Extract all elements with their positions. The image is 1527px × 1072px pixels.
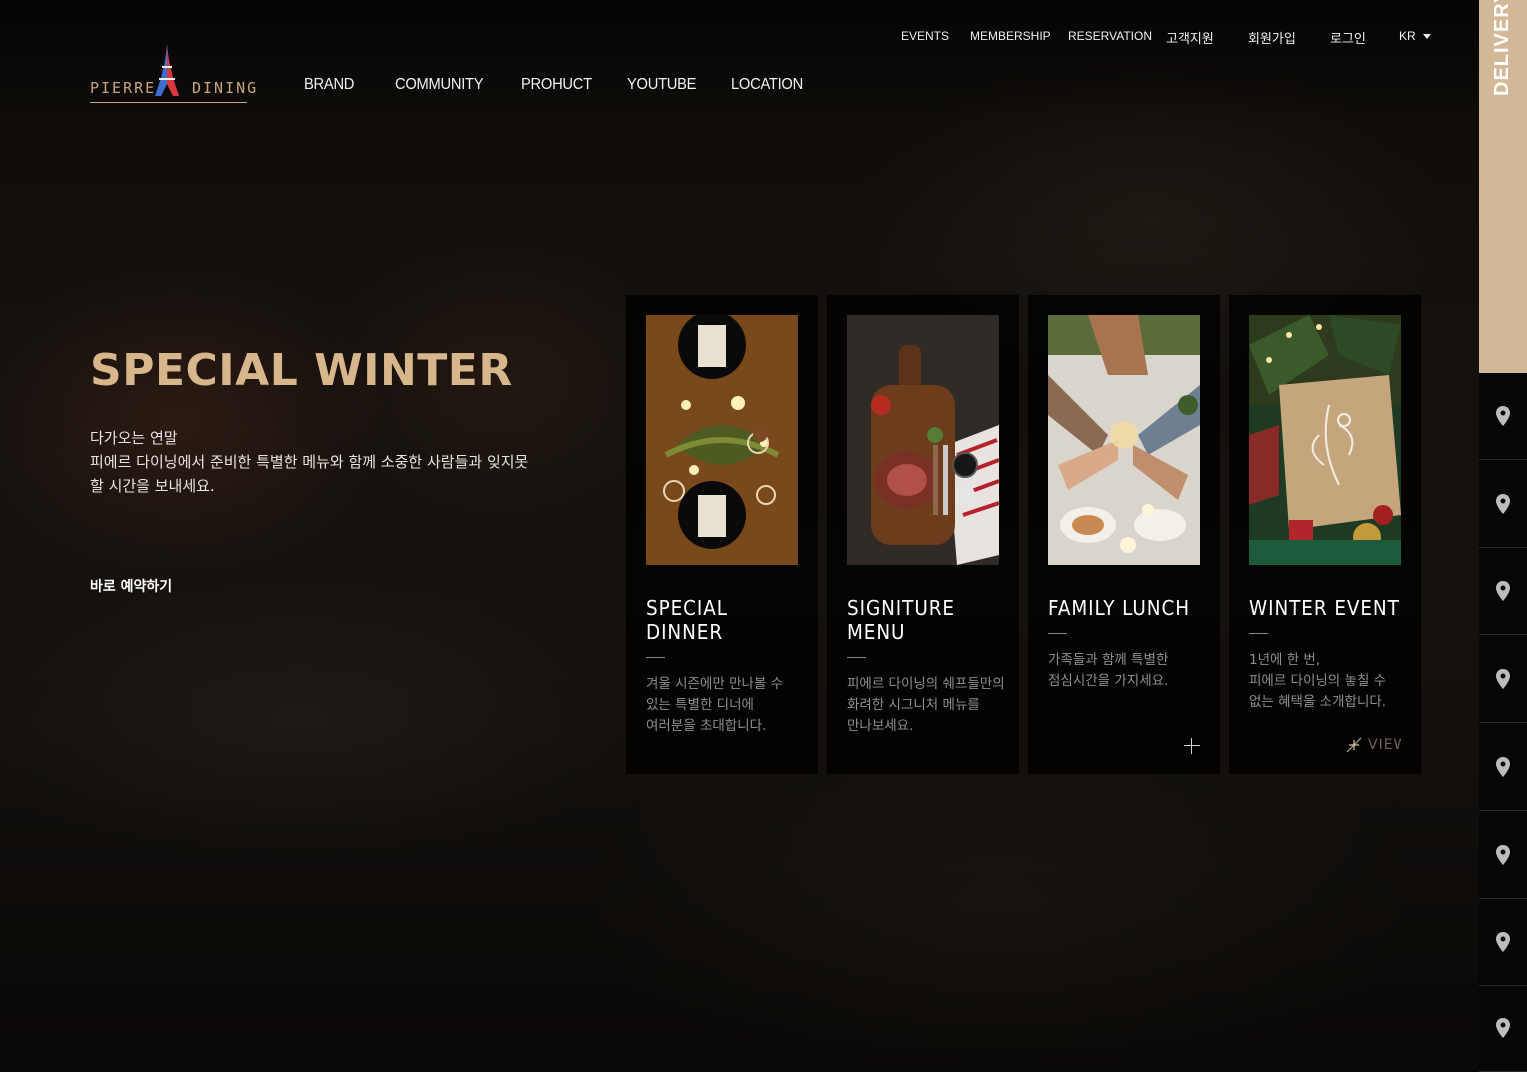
map-pin-icon [1496, 845, 1510, 865]
delivery-button[interactable]: DELIVERY [1479, 0, 1527, 373]
util-reservation[interactable]: RESERVATION [1068, 29, 1152, 43]
view-link[interactable]: VIEW [1346, 736, 1401, 754]
util-membership[interactable]: MEMBERSHIP [970, 29, 1051, 43]
map-pin-icon [1496, 932, 1510, 952]
card-signature-menu[interactable]: SIGNITURE MENU 피에르 다이닝의 쉐프들만의 화려한 시그니처 메… [827, 295, 1019, 774]
logo-left-word: PIERRE [90, 79, 157, 97]
card-image-special-dinner [646, 315, 798, 565]
card-description: 가족들과 함께 특별한 점심시간을 가지세요. [1048, 652, 1169, 689]
card-description: 겨울 시즌에만 만나볼 수 있는 특별한 디너에 여러분을 초대합니다. [646, 676, 784, 734]
location-pin-button[interactable] [1479, 724, 1527, 811]
card-title: FAMILY LUNCH [1048, 596, 1190, 620]
plus-icon[interactable] [1184, 738, 1200, 754]
location-pin-button[interactable] [1479, 985, 1527, 1072]
nav-community[interactable]: COMMUNITY [395, 76, 484, 94]
caret-down-icon [1422, 33, 1431, 39]
card-image-signature-menu [847, 315, 999, 565]
util-events[interactable]: EVENTS [901, 29, 949, 43]
hero-desc-line: 다가오는 연말 [90, 429, 178, 447]
reserve-now-link[interactable]: 바로 예약하기 [90, 576, 172, 596]
nav-youtube[interactable]: YOUTUBE [627, 76, 697, 94]
map-pin-icon [1496, 494, 1510, 514]
nav-product[interactable]: PROHUCT [521, 76, 592, 94]
card-image-family-lunch [1048, 315, 1200, 565]
util-login[interactable]: 로그인 [1330, 28, 1366, 47]
card-divider [646, 657, 665, 658]
nav-brand[interactable]: BRAND [304, 76, 354, 94]
logo-right-word: DINING [192, 79, 259, 97]
card-special-dinner[interactable]: SPECIAL DINNER 겨울 시즌에만 만나볼 수 있는 특별한 디너에 … [626, 295, 818, 774]
map-pin-icon [1496, 1018, 1510, 1038]
card-winter-event[interactable]: WINTER EVENT 1년에 한 번, 피에르 다이닝의 놓칠 수 없는 혜… [1229, 295, 1421, 774]
util-support[interactable]: 고객지원 [1166, 28, 1214, 47]
card-description: 1년에 한 번, 피에르 다이닝의 놓칠 수 없는 혜택을 소개합니다. [1249, 650, 1409, 713]
quick-sidebar: DELIVERY [1479, 0, 1527, 1072]
card-title: SIGNITURE MENU [847, 596, 955, 644]
util-signup[interactable]: 회원가입 [1248, 28, 1296, 47]
map-pin-icon [1496, 757, 1510, 777]
card-title: SPECIAL DINNER [646, 596, 728, 644]
sparkle-icon [1346, 737, 1362, 753]
map-pin-icon [1496, 581, 1510, 601]
location-pin-button[interactable] [1479, 461, 1527, 548]
hero-description: 다가오는 연말 피에르 다이닝에서 준비한 특별한 메뉴와 함께 소중한 사람들… [90, 426, 590, 498]
location-pin-button[interactable] [1479, 812, 1527, 899]
view-label: VIEW [1368, 737, 1401, 753]
language-select[interactable]: KR [1399, 29, 1431, 43]
card-description: 피에르 다이닝의 쉐프들만의 화려한 시그니처 메뉴를 만나보세요. [847, 676, 1005, 734]
card-divider [847, 657, 866, 658]
location-pin-button[interactable] [1479, 636, 1527, 723]
card-family-lunch[interactable]: FAMILY LUNCH 가족들과 함께 특별한 점심시간을 가지세요. [1028, 295, 1220, 774]
location-pin-button[interactable] [1479, 373, 1527, 460]
hero-title: SPECIAL WINTER [90, 345, 513, 396]
logo-underline [90, 102, 247, 103]
nav-location[interactable]: LOCATION [731, 76, 803, 94]
logo[interactable]: PIERRE DINING [90, 44, 256, 104]
card-divider [1249, 633, 1268, 634]
hero-desc-line: 피에르 다이닝에서 준비한 특별한 메뉴와 함께 소중한 사람들과 잊지못 [90, 453, 529, 471]
language-value: KR [1399, 29, 1416, 43]
card-image-winter-event [1249, 315, 1401, 565]
card-title: WINTER EVENT [1249, 596, 1400, 620]
eiffel-tower-icon [155, 44, 179, 96]
map-pin-icon [1496, 406, 1510, 426]
delivery-label: DELIVERY [1491, 0, 1513, 96]
card-description-line: 1년에 한 번, [1249, 652, 1321, 668]
card-divider [1048, 633, 1067, 634]
location-pin-button[interactable] [1479, 548, 1527, 635]
hero-desc-line: 할 시간을 보내세요. [90, 477, 215, 495]
card-description-line: 피에르 다이닝의 놓칠 수 없는 혜택을 소개합니다. [1249, 673, 1387, 710]
map-pin-icon [1496, 669, 1510, 689]
location-pin-button[interactable] [1479, 899, 1527, 986]
